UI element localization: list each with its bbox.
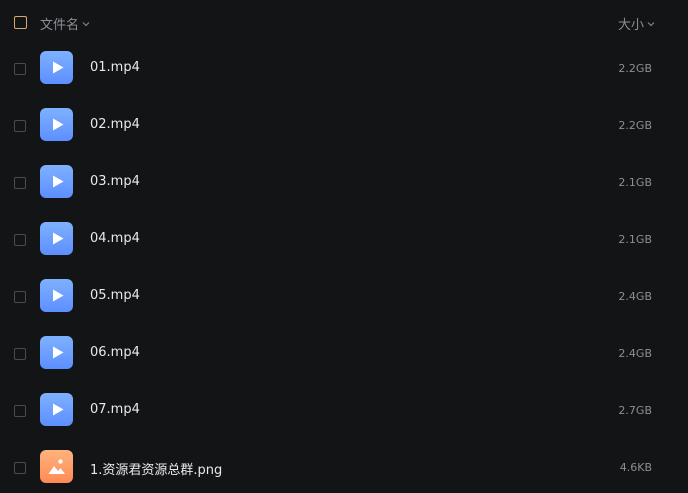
file-row[interactable]: 02.mp4 2.2GB [0, 98, 688, 155]
file-checkbox[interactable] [14, 462, 26, 474]
file-name[interactable]: 1.资源君资源总群.png [90, 459, 222, 478]
file-row[interactable]: 05.mp4 2.4GB [0, 269, 688, 326]
video-file-icon [40, 336, 73, 369]
file-name[interactable]: 02.mp4 [90, 117, 140, 132]
file-size: 4.6KB [619, 461, 652, 474]
size-column-label: 大小 [617, 18, 644, 33]
file-row[interactable]: 07.mp4 2.7GB [0, 383, 688, 440]
file-checkbox[interactable] [14, 405, 26, 417]
file-name[interactable]: 05.mp4 [90, 288, 140, 303]
sort-by-name-button[interactable]: 文件名 [40, 14, 91, 33]
file-name[interactable]: 06.mp4 [90, 345, 140, 360]
chevron-down-icon [647, 21, 655, 26]
file-checkbox[interactable] [14, 120, 26, 132]
file-name[interactable]: 03.mp4 [90, 174, 140, 189]
video-file-icon [40, 165, 73, 198]
file-size: 2.1GB [618, 233, 652, 246]
file-row[interactable]: 06.mp4 2.4GB [0, 326, 688, 383]
file-row[interactable]: 01.mp4 2.2GB [0, 41, 688, 98]
video-file-icon [40, 108, 73, 141]
file-checkbox[interactable] [14, 63, 26, 75]
file-row[interactable]: 03.mp4 2.1GB [0, 155, 688, 212]
file-name[interactable]: 07.mp4 [90, 402, 140, 417]
file-size: 2.4GB [618, 347, 652, 360]
file-row[interactable]: 1.资源君资源总群.png 4.6KB [0, 440, 688, 493]
file-size: 2.7GB [618, 404, 652, 417]
sort-by-size-button[interactable]: 大小 [618, 14, 656, 33]
file-size: 2.2GB [618, 119, 652, 132]
file-checkbox[interactable] [14, 177, 26, 189]
file-row[interactable]: 04.mp4 2.1GB [0, 212, 688, 269]
file-size: 2.4GB [618, 290, 652, 303]
file-list: 文件名 大小 01.mp4 2.2GB 02.mp4 2.2GB 03.mp4 … [0, 0, 688, 493]
image-file-icon [40, 450, 73, 483]
chevron-down-icon [82, 21, 90, 26]
select-all-checkbox[interactable] [14, 16, 27, 29]
file-checkbox[interactable] [14, 348, 26, 360]
video-file-icon [40, 222, 73, 255]
file-checkbox[interactable] [14, 291, 26, 303]
file-name[interactable]: 01.mp4 [90, 60, 140, 75]
video-file-icon [40, 393, 73, 426]
file-size: 2.1GB [618, 176, 652, 189]
file-size: 2.2GB [618, 62, 652, 75]
file-list-header: 文件名 大小 [0, 0, 688, 44]
name-column-label: 文件名 [40, 18, 80, 33]
file-checkbox[interactable] [14, 234, 26, 246]
video-file-icon [40, 279, 73, 312]
video-file-icon [40, 51, 73, 84]
file-name[interactable]: 04.mp4 [90, 231, 140, 246]
